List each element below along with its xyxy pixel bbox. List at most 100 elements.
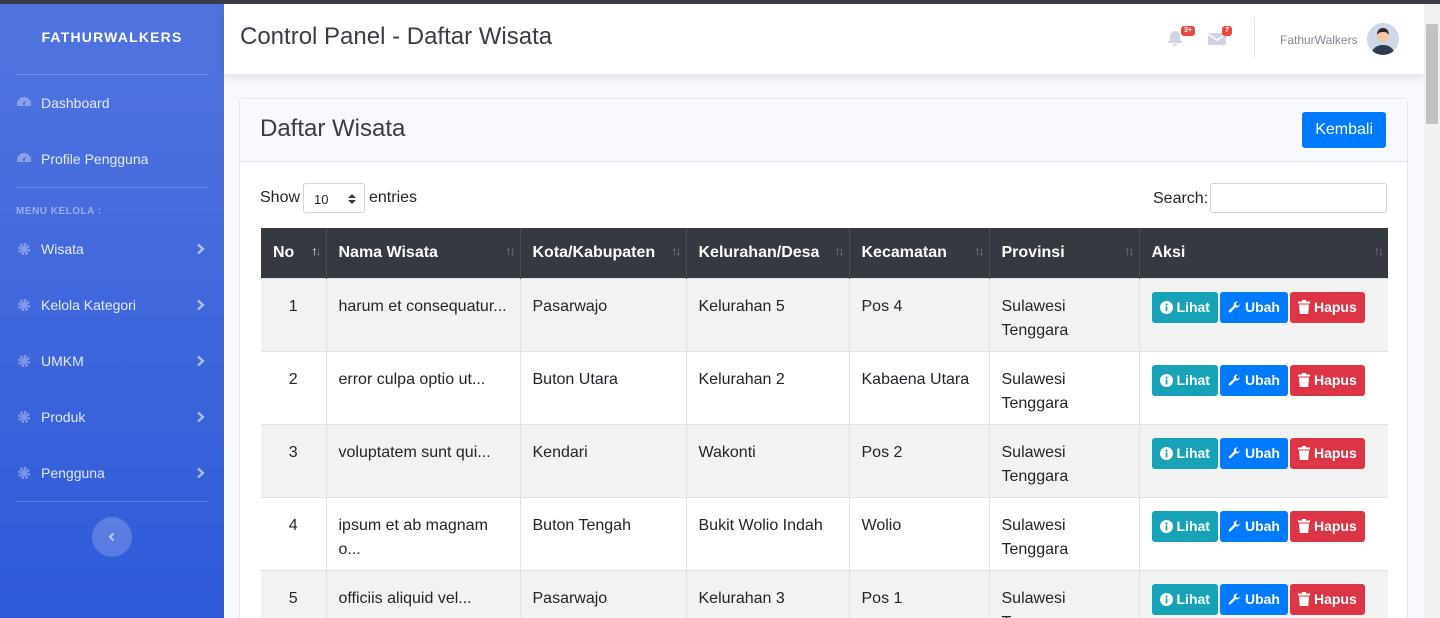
sidebar-item-umkm[interactable]: UMKM [0, 333, 224, 389]
info-circle-icon [1159, 373, 1173, 387]
action-label: Hapus [1313, 518, 1357, 534]
action-label: Lihat [1176, 372, 1210, 388]
tachometer-icon [16, 151, 32, 167]
column-header-provinsi[interactable]: Provinsi ↑↓ [988, 228, 1139, 278]
card-header: Daftar Wisata Kembali [240, 99, 1407, 162]
cell-kelurahan: Kelurahan 5 [685, 277, 849, 351]
cell-kota: Kendari [519, 423, 686, 497]
cell-nama-wisata: ipsum et ab magnam o... [325, 496, 520, 570]
sidebar-heading: MENU KELOLA : [16, 206, 102, 217]
delete-button[interactable]: Hapus [1289, 291, 1365, 323]
table-controls: Show 10 entries Search: [260, 183, 1387, 213]
action-label: Lihat [1176, 591, 1210, 607]
delete-button[interactable]: Hapus [1289, 510, 1365, 542]
page-size-select[interactable]: 10 [303, 183, 365, 213]
trash-icon [1297, 373, 1310, 387]
edit-button[interactable]: Ubah [1219, 291, 1288, 323]
entries-label: entries [369, 189, 418, 206]
messages-button[interactable]: 7 [1207, 26, 1232, 48]
cell-no: 3 [261, 423, 326, 497]
wrench-icon [1228, 300, 1240, 312]
cell-no: 4 [261, 496, 326, 570]
sidebar-item-label: Profile Pengguna [41, 151, 149, 167]
view-button[interactable]: Lihat [1151, 583, 1218, 615]
cell-kelurahan: Wakonti [685, 423, 849, 497]
cell-no: 5 [261, 569, 326, 618]
card-title: Daftar Wisata [260, 115, 406, 142]
trash-icon [1297, 300, 1310, 314]
sidebar-item-wisata[interactable]: Wisata [0, 221, 224, 277]
view-button[interactable]: Lihat [1151, 510, 1218, 542]
column-header-kelurahan[interactable]: Kelurahan/Desa ↑↓ [685, 228, 849, 278]
show-label: Show [260, 189, 301, 206]
view-button[interactable]: Lihat [1151, 437, 1218, 469]
page-size-value: 10 [314, 192, 329, 207]
back-button[interactable]: Kembali [1302, 112, 1386, 148]
edit-button[interactable]: Ubah [1219, 364, 1288, 396]
sidebar-item-profile[interactable]: Profile Pengguna [0, 131, 224, 187]
sort-icon: ↑↓ [834, 244, 845, 258]
action-label: Ubah [1244, 372, 1280, 388]
cell-actions: Lihat Ubah Hapus [1138, 496, 1388, 570]
cell-provinsi: Sulawesi Tenggara [988, 423, 1139, 497]
chevron-left-icon [108, 532, 115, 542]
wrench-icon [1228, 592, 1240, 604]
action-label: Hapus [1313, 591, 1357, 607]
cell-kelurahan: Kelurahan 2 [685, 350, 849, 424]
sidebar-toggle-button[interactable] [92, 517, 132, 557]
column-header-kota[interactable]: Kota/Kabupaten ↑↓ [519, 228, 686, 278]
window-top-edge [0, 0, 1440, 4]
cell-provinsi: Sulawesi Tenggara [988, 496, 1139, 570]
edit-button[interactable]: Ubah [1219, 510, 1288, 542]
sort-icon: ↑↓ [505, 244, 516, 258]
view-button[interactable]: Lihat [1151, 291, 1218, 323]
action-label: Lihat [1176, 299, 1210, 315]
edit-button[interactable]: Ubah [1219, 437, 1288, 469]
trash-icon [1297, 446, 1310, 460]
delete-button[interactable]: Hapus [1289, 437, 1365, 469]
wisata-table: No ↑↓ Nama Wisata ↑↓ Kota/Kabupaten ↑↓ Kelu… [261, 228, 1388, 618]
sidebar-item-label: Pengguna [41, 465, 105, 481]
cell-nama-wisata: harum et consequatur... [325, 277, 520, 351]
wrench-icon [1228, 373, 1240, 385]
column-header-no[interactable]: No ↑↓ [261, 228, 326, 278]
sidebar-item-dashboard[interactable]: Dashboard [0, 75, 224, 131]
chevron-right-icon [197, 243, 205, 255]
view-button[interactable]: Lihat [1151, 364, 1218, 396]
sidebar-brand[interactable]: FATHURWALKERS [0, 0, 224, 74]
cell-kelurahan: Kelurahan 3 [685, 569, 849, 618]
column-header-aksi[interactable]: Aksi ↑↓ [1138, 228, 1388, 278]
info-circle-icon [1159, 592, 1173, 606]
alerts-button[interactable]: 3+ [1167, 26, 1195, 48]
column-header-kecamatan[interactable]: Kecamatan ↑↓ [848, 228, 989, 278]
cell-provinsi: Sulawesi Tenggara [988, 569, 1139, 618]
sidebar-item-label: Kelola Kategori [41, 297, 136, 313]
delete-button[interactable]: Hapus [1289, 583, 1365, 615]
user-name[interactable]: FathurWalkers [1280, 33, 1358, 47]
sidebar-item-kelola-kategori[interactable]: Kelola Kategori [0, 277, 224, 333]
action-label: Lihat [1176, 445, 1210, 461]
topbar-divider [1254, 18, 1255, 58]
user-avatar-icon [1367, 23, 1399, 55]
wisata-card: Daftar Wisata Kembali Show 10 entries Se… [239, 98, 1408, 618]
search-input[interactable] [1210, 183, 1387, 213]
edit-button[interactable]: Ubah [1219, 583, 1288, 615]
delete-button[interactable]: Hapus [1289, 364, 1365, 396]
avatar[interactable] [1367, 23, 1399, 55]
scrollbar-thumb[interactable] [1426, 24, 1438, 124]
table-header-row: No ↑↓ Nama Wisata ↑↓ Kota/Kabupaten ↑↓ Kelu… [261, 228, 1388, 278]
wrench-icon [1228, 446, 1240, 458]
cell-actions: Lihat Ubah Hapus [1138, 350, 1388, 424]
cog-icon [16, 409, 32, 425]
sidebar-item-produk[interactable]: Produk [0, 389, 224, 445]
action-label: Ubah [1244, 518, 1280, 534]
sidebar-item-pengguna[interactable]: Pengguna [0, 445, 224, 501]
column-header-nama[interactable]: Nama Wisata ↑↓ [325, 228, 520, 278]
cell-kota: Pasarwajo [519, 277, 686, 351]
chevron-right-icon [197, 411, 205, 423]
cell-actions: Lihat Ubah Hapus [1138, 277, 1388, 351]
action-label: Hapus [1313, 372, 1357, 388]
cell-kelurahan: Bukit Wolio Indah [685, 496, 849, 570]
cog-icon [16, 353, 32, 369]
page-scrollbar[interactable] [1424, 4, 1440, 618]
